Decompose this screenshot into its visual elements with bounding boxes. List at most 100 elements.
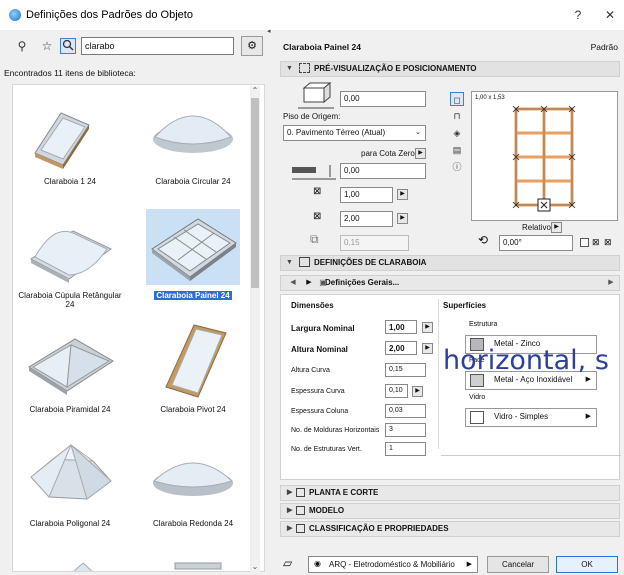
param-curve-thickness-field[interactable]: 0,10 — [385, 384, 408, 398]
item-label: Claraboia Circular 24 — [155, 177, 231, 186]
param-curve-height-field[interactable]: 0,15 — [385, 363, 426, 377]
thickness-field: 0,15 — [340, 235, 409, 251]
elevation-view-icon[interactable]: ▤ — [450, 143, 464, 157]
partial-thumbnail — [173, 557, 223, 571]
3d-view-icon[interactable]: ◈ — [450, 126, 464, 140]
param-arrow-button[interactable]: ▶ — [422, 343, 433, 354]
thickness-icon: ⧉ — [310, 232, 319, 246]
chevron-right-icon: ▶ — [287, 525, 293, 532]
scrollbar-thumb[interactable] — [251, 98, 259, 288]
param-width-field[interactable]: 1,00 — [385, 320, 417, 334]
mirror-y-icon[interactable]: ⊠ — [604, 237, 612, 248]
gear-icon[interactable]: ⚙ — [241, 36, 263, 56]
origin-floor-label: Piso de Origem: — [283, 112, 341, 121]
folder-tree-icon[interactable]: ⚲ — [14, 38, 30, 54]
param-column-thickness-field[interactable]: 0,03 — [385, 404, 426, 418]
app-icon — [9, 9, 21, 21]
item-label: Claraboia Painel 24 — [154, 291, 232, 300]
library-item[interactable]: Claraboia Poligonal 24 — [15, 427, 125, 539]
chevron-right-icon: ▶ — [287, 507, 293, 514]
library-item[interactable]: Claraboia 1 24 — [15, 85, 125, 197]
param-label: Espessura Curva — [291, 388, 345, 395]
library-item[interactable]: Claraboia Redonda 24 — [138, 427, 248, 539]
skylight-thumbnail — [23, 209, 117, 285]
ok-button[interactable]: OK — [556, 556, 618, 573]
param-label: Largura Nominal — [291, 324, 355, 333]
item-label: Claraboia Poligonal 24 — [29, 519, 111, 528]
general-settings-label[interactable]: Definições Gerais... — [325, 278, 399, 287]
library-item[interactable]: Claraboia Circular 24 — [138, 85, 248, 197]
settings-panel: ◂ Claraboia Painel 24 Padrão ▼ PRÉ-VISUA… — [267, 28, 624, 575]
info-icon[interactable]: ⓘ — [450, 160, 464, 174]
surfaces-title: Superfícies — [443, 301, 487, 310]
classification-icon — [296, 524, 305, 533]
scroll-down-icon[interactable]: ⌄ — [250, 562, 260, 571]
param-height-field[interactable]: 2,00 — [385, 341, 417, 355]
height-field[interactable]: 2,00 — [340, 211, 393, 227]
cancel-button[interactable]: Cancelar — [487, 556, 549, 573]
library-panel: ⚲ ☆ clarabo ⚙ Encontrados 11 itens de bi… — [0, 30, 270, 575]
surface-glass-select[interactable]: Vidro - Simples ▶ — [465, 408, 597, 427]
param-arrow-button[interactable]: ▶ — [412, 386, 423, 397]
arrow-right-icon: ▶ — [585, 413, 591, 420]
level-field[interactable]: 0,00 — [340, 163, 426, 179]
height-arrow-button[interactable]: ▶ — [397, 213, 408, 224]
section-view-icon[interactable]: ⊓ — [450, 109, 464, 123]
skylight-thumbnail — [23, 437, 117, 513]
section-preview-header[interactable]: ▼ PRÉ-VISUALIZAÇÃO E POSICIONAMENTO — [280, 61, 620, 77]
preview-canvas[interactable]: 1,00 x 1,53 — [471, 91, 618, 221]
settings-subtoolbar: ◀ ▶ ▣ Definições Gerais... ▶ — [280, 275, 620, 291]
partial-thumbnail — [68, 555, 98, 571]
plan-view-icon[interactable]: ◻ — [450, 92, 464, 106]
offset-field[interactable]: 0,00 — [340, 91, 426, 107]
favorites-star-icon[interactable]: ☆ — [39, 38, 55, 54]
mirror-x-icon[interactable]: ⊠ — [592, 237, 600, 248]
param-label: Altura Curva — [291, 367, 330, 374]
angle-field[interactable]: 0,00° — [499, 235, 573, 251]
prev-page-icon[interactable]: ◀ — [285, 276, 301, 290]
library-item[interactable]: Claraboia Pivot 24 — [138, 313, 248, 425]
gallery-scrollbar[interactable]: ⌃ ⌄ — [250, 86, 260, 572]
chevron-right-icon: ▶ — [287, 489, 293, 496]
plan-icon — [296, 488, 305, 497]
item-label: Claraboia Cúpula Retângular 24 — [18, 291, 122, 309]
angle-icon: ⟲ — [478, 233, 489, 247]
skylight-thumbnail — [23, 95, 117, 171]
section-classification-header[interactable]: ▶ CLASSIFICAÇÃO E PROPRIEDADES — [280, 521, 620, 537]
skylight-thumbnail — [146, 95, 240, 171]
overlay-tooltip-text: horizontal, s — [443, 345, 609, 376]
param-label: No. de Estruturas Vert. — [291, 446, 362, 453]
column-divider — [438, 299, 439, 449]
library-item-selected[interactable]: Claraboia Painel 24 — [138, 199, 248, 311]
help-button[interactable]: ? — [568, 6, 588, 24]
width-arrow-button[interactable]: ▶ — [397, 189, 408, 200]
section-plan-header[interactable]: ▶ PLANTA E CORTE — [280, 485, 620, 501]
arrow-right-icon: ▶ — [585, 376, 591, 383]
library-toolbar: ⚲ ☆ clarabo ⚙ — [0, 30, 270, 60]
section-settings-header[interactable]: ▼ DEFINIÇÕES DE CLARABOIA — [280, 255, 620, 271]
scroll-up-icon[interactable]: ⌃ — [250, 86, 260, 95]
library-item[interactable]: Claraboia Cúpula Retângular 24 — [15, 199, 125, 311]
relative-arrow-button[interactable]: ▶ — [551, 222, 562, 233]
origin-floor-select[interactable]: 0. Pavimento Térreo (Atual) ⌄ — [283, 125, 426, 141]
library-search-input[interactable]: clarabo — [81, 37, 234, 55]
section-model-header[interactable]: ▶ MODELO — [280, 503, 620, 519]
model-icon — [296, 506, 305, 515]
to-level-arrow-button[interactable]: ▶ — [415, 148, 426, 159]
mirror-checkbox[interactable] — [580, 238, 589, 247]
param-arrow-button[interactable]: ▶ — [422, 322, 433, 333]
search-icon[interactable] — [60, 38, 76, 54]
view-mode-icons: ◻ ⊓ ◈ ▤ ⓘ — [450, 92, 466, 177]
close-button[interactable]: ✕ — [600, 6, 620, 24]
collapse-arrow-icon[interactable]: ◂ — [267, 27, 271, 35]
height-icon: ⊠ — [313, 211, 322, 222]
object-name: Claraboia Painel 24 — [283, 42, 361, 52]
param-vertical-structures-field[interactable]: 1 — [385, 442, 426, 456]
layer-select[interactable]: ◉ ARQ - Eletrodoméstico & Mobiliário ▶ — [308, 556, 478, 573]
library-item[interactable]: Claraboia Piramidal 24 — [15, 313, 125, 425]
param-horizontal-frames-field[interactable]: 3 — [385, 423, 426, 437]
library-gallery: Claraboia 1 24 Claraboia Circular 24 Cla… — [12, 84, 265, 572]
item-label: Claraboia Piramidal 24 — [29, 405, 111, 414]
page-menu-arrow-icon[interactable]: ▶ — [603, 276, 619, 290]
width-field[interactable]: 1,00 — [340, 187, 393, 203]
